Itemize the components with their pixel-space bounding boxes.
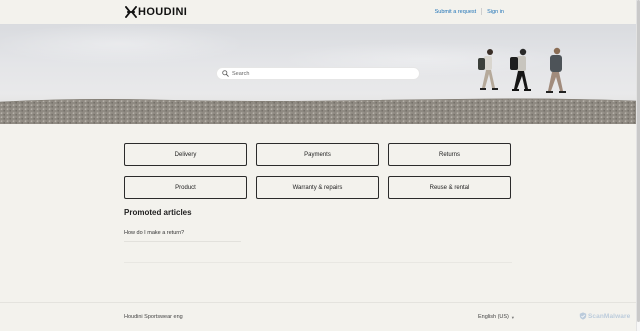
houdini-logo-icon [125,6,137,18]
search-input[interactable] [232,68,412,79]
category-grid: Delivery Payments Returns Product Warran… [124,143,512,199]
language-label: English (US) [478,314,509,320]
scanmalware-watermark: ScanMalware [579,312,630,320]
submit-request-link[interactable]: Submit a request [435,9,477,15]
chevron-down-icon: ▼ [510,314,515,320]
houdini-logo[interactable]: HOUDINI [125,6,187,18]
category-returns[interactable]: Returns [388,143,511,166]
search-bar[interactable] [216,67,420,80]
article-divider [124,241,241,242]
scanmalware-logo-icon [579,312,587,320]
promoted-articles-heading: Promoted articles [124,208,192,217]
hikers-image [478,47,566,93]
category-product[interactable]: Product [124,176,247,199]
watermark-text: ScanMalware [588,312,631,320]
sign-in-link[interactable]: Sign in [487,9,504,15]
hero-banner [0,24,636,124]
logo-text: HOUDINI [138,6,188,18]
category-reuse-rental[interactable]: Reuse & rental [388,176,511,199]
footer-divider [0,302,636,303]
category-warranty-repairs[interactable]: Warranty & repairs [256,176,379,199]
nav-divider [481,8,483,15]
search-icon [222,70,229,77]
section-divider [124,262,512,263]
category-delivery[interactable]: Delivery [124,143,247,166]
header-nav: Submit a request Sign in [435,8,504,15]
footer-brand-link[interactable]: Houdini Sportswear eng [124,314,183,320]
site-header: HOUDINI Submit a request Sign in [0,0,636,24]
language-selector[interactable]: English (US) ▼ [478,314,515,320]
category-payments[interactable]: Payments [256,143,379,166]
promoted-article-link[interactable]: How do I make a return? [124,230,184,236]
